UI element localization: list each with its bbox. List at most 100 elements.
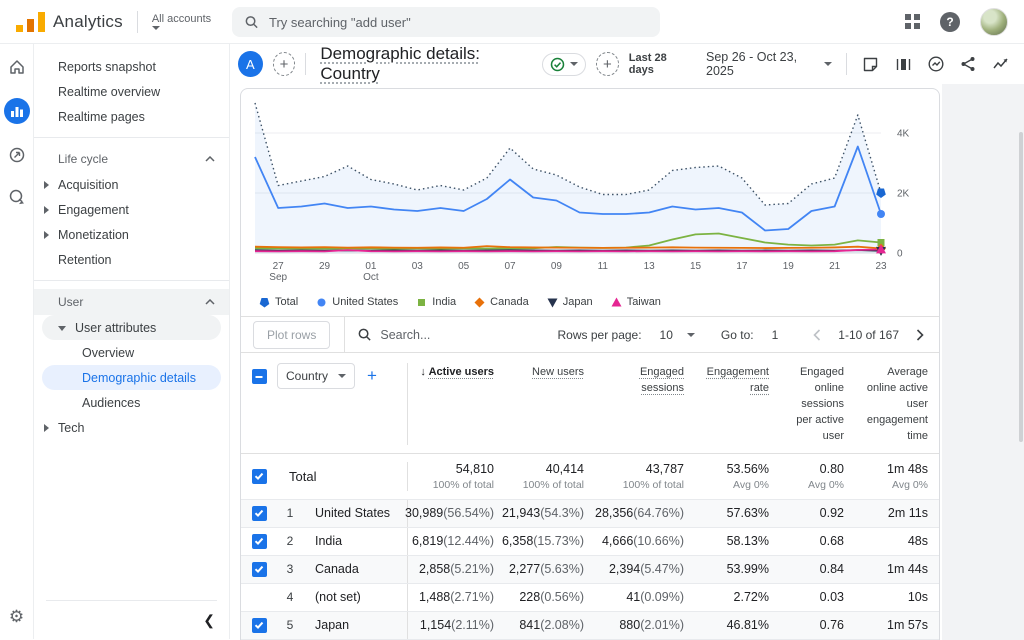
sidebar-item-reports-snapshot[interactable]: Reports snapshot — [34, 54, 229, 79]
cell: 0.92 — [782, 500, 857, 527]
chart-svg: 02K4K27Sep2901Oct0305070911131517192123 — [253, 97, 929, 285]
row-checkbox[interactable] — [252, 618, 267, 633]
table-row[interactable]: 4 (not set) 1,488 (2.71%)228 (0.56%)41 (… — [241, 583, 939, 611]
report-header: A + Demographic details: Country + Last … — [230, 44, 1024, 84]
admin-gear-icon[interactable]: ⚙ — [9, 607, 24, 627]
goto-page-input[interactable]: 1 — [772, 328, 779, 342]
pagination-range: 1-10 of 167 — [838, 328, 899, 342]
svg-text:29: 29 — [319, 261, 331, 272]
cell: 53.99% — [697, 556, 782, 583]
legend-item[interactable]: India — [416, 296, 456, 308]
totals-checkbox[interactable] — [252, 469, 267, 484]
section-header-life-cycle[interactable]: Life cycle — [34, 146, 229, 172]
user-avatar[interactable] — [980, 8, 1008, 36]
add-metric-button[interactable]: + — [596, 52, 619, 76]
legend-item[interactable]: Japan — [547, 296, 593, 308]
cell: 46.81% — [697, 612, 782, 639]
sidebar-item-realtime-pages[interactable]: Realtime pages — [34, 104, 229, 129]
column-header[interactable]: Engaged sessions — [597, 363, 697, 445]
advertising-icon[interactable] — [6, 144, 28, 166]
column-header[interactable]: Engagement rate — [697, 363, 782, 445]
row-checkbox[interactable] — [252, 534, 267, 549]
reports-icon[interactable] — [4, 98, 30, 124]
right-gutter — [942, 84, 1024, 640]
table-search-input[interactable] — [380, 328, 500, 342]
cell: 0.84 — [782, 556, 857, 583]
insights-circle-icon[interactable] — [926, 54, 945, 74]
search-icon — [357, 327, 372, 342]
previous-page-icon[interactable] — [808, 326, 826, 344]
explore-icon[interactable] — [6, 186, 28, 208]
cell: 228 (0.56%) — [507, 584, 597, 611]
sidebar-item-overview[interactable]: Overview — [34, 340, 229, 365]
help-icon[interactable]: ? — [940, 12, 960, 32]
svg-text:0: 0 — [897, 249, 903, 260]
apps-grid-icon[interactable] — [905, 14, 920, 29]
column-header[interactable]: New users — [507, 363, 597, 445]
table-row[interactable]: 2 India 6,819 (12.44%)6,358 (15.73%)4,66… — [241, 527, 939, 555]
column-header[interactable]: Average online active user engagement ti… — [857, 363, 940, 445]
svg-text:23: 23 — [875, 261, 887, 272]
scrollbar-thumb[interactable] — [1019, 132, 1023, 442]
notes-icon[interactable] — [861, 54, 880, 74]
add-comparison-button[interactable]: + — [273, 52, 296, 76]
country-name: India — [303, 534, 407, 548]
report-workspace: 02K4K27Sep2901Oct0305070911131517192123 … — [230, 84, 1024, 640]
cell: 841 (2.08%) — [507, 612, 597, 639]
plot-rows-button[interactable]: Plot rows — [253, 321, 330, 349]
table-header-row: Country + ↓ Active usersNew usersEngaged… — [241, 352, 939, 453]
legend-item[interactable]: Total — [259, 296, 298, 308]
goto-label: Go to: — [721, 328, 754, 342]
cell: 2.72% — [697, 584, 782, 611]
table-row[interactable]: 3 Canada 2,858 (5.21%)2,277 (5.63%)2,394… — [241, 555, 939, 583]
account-switcher[interactable]: All accounts — [152, 13, 211, 30]
explore-sparkline-icon[interactable] — [992, 54, 1011, 74]
search-input[interactable] — [269, 15, 648, 30]
select-all-checkbox[interactable] — [252, 369, 267, 384]
home-icon[interactable] — [6, 56, 28, 78]
sidebar-item-acquisition[interactable]: Acquisition — [34, 172, 229, 197]
legend-marker-icon — [611, 297, 622, 308]
table-row[interactable]: 1 United States 30,989 (56.54%)21,943 (5… — [241, 499, 939, 527]
row-checkbox[interactable] — [252, 562, 267, 577]
table-row[interactable]: 5 Japan 1,154 (2.11%)841 (2.08%)880 (2.0… — [241, 611, 939, 639]
report-status-badge[interactable] — [542, 53, 586, 76]
add-dimension-button[interactable]: + — [367, 366, 377, 386]
sidebar-collapse-button[interactable]: ❮ — [203, 612, 215, 629]
svg-text:Oct: Oct — [363, 272, 379, 283]
legend-item[interactable]: United States — [316, 296, 398, 308]
property-avatar[interactable]: A — [238, 51, 263, 77]
rows-per-page-select[interactable]: 10 — [660, 328, 695, 342]
sidebar-item-user-attributes[interactable]: User attributes — [42, 315, 221, 340]
cell: 48s — [857, 528, 940, 555]
row-index: 2 — [277, 534, 303, 548]
report-title[interactable]: Demographic details: Country — [320, 44, 532, 84]
global-search[interactable] — [232, 7, 660, 37]
share-icon[interactable] — [959, 54, 978, 74]
sidebar-item-realtime-overview[interactable]: Realtime overview — [34, 79, 229, 104]
next-page-icon[interactable] — [911, 326, 929, 344]
sidebar-item-engagement[interactable]: Engagement — [34, 197, 229, 222]
svg-text:07: 07 — [504, 261, 516, 272]
dimension-select[interactable]: Country — [277, 363, 355, 389]
column-header[interactable]: ↓ Active users — [407, 363, 507, 445]
column-header[interactable]: Engaged online sessions per active user — [782, 363, 857, 445]
legend-item[interactable]: Taiwan — [611, 296, 661, 308]
totals-cell: 53.56%Avg 0% — [697, 462, 782, 491]
cell: 30,989 (56.54%) — [407, 500, 507, 527]
sidebar-item-tech[interactable]: Tech — [34, 415, 229, 440]
legend-item[interactable]: Canada — [474, 296, 529, 308]
legend-marker-icon — [416, 297, 427, 308]
cell: 21,943 (54.3%) — [507, 500, 597, 527]
sidebar-item-retention[interactable]: Retention — [34, 247, 229, 272]
sidebar-item-monetization[interactable]: Monetization — [34, 222, 229, 247]
section-header-user[interactable]: User — [34, 289, 229, 315]
table-totals-row: Total 54,810100% of total40,414100% of t… — [241, 453, 939, 499]
date-range-selector[interactable]: Sep 26 - Oct 23, 2025 — [706, 50, 832, 78]
sidebar-item-audiences[interactable]: Audiences — [34, 390, 229, 415]
comparison-icon[interactable] — [894, 54, 913, 74]
table-search[interactable] — [357, 327, 500, 342]
divider — [305, 53, 306, 75]
row-checkbox[interactable] — [252, 506, 267, 521]
sidebar-item-demographic-details[interactable]: Demographic details — [42, 365, 221, 390]
